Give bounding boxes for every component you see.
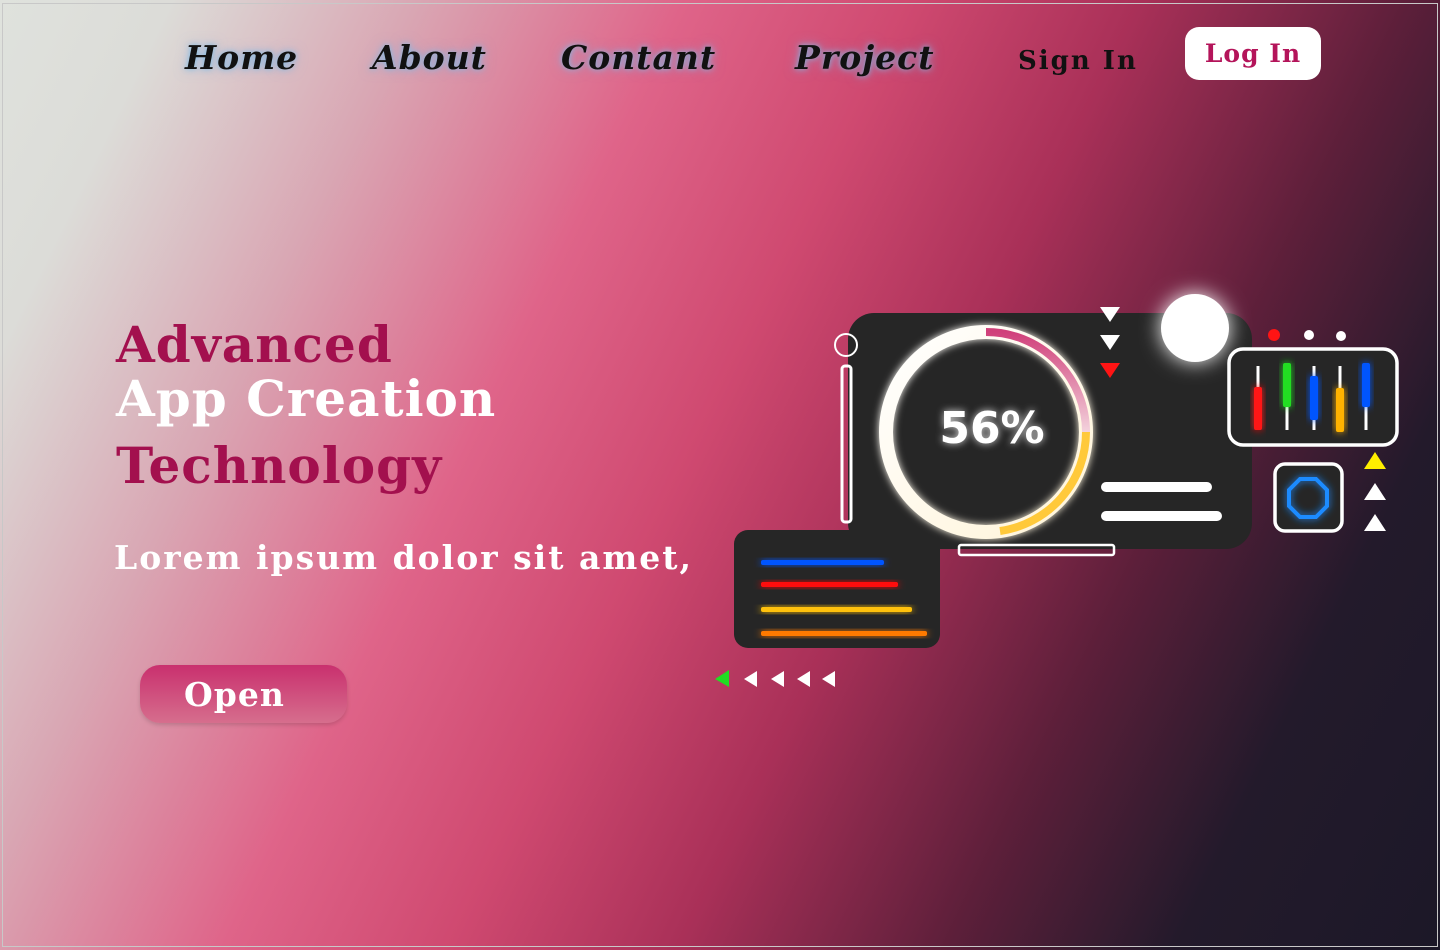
slider-knob-blue — [1310, 376, 1318, 420]
bar-red — [761, 582, 898, 587]
glowing-circle-icon — [1161, 294, 1229, 362]
bar-blue — [761, 560, 884, 565]
left-triangle-icon — [744, 671, 757, 687]
status-dot-red — [1268, 329, 1280, 341]
down-triangle-icon — [1100, 307, 1120, 322]
indicator-circle-icon — [834, 333, 858, 357]
slider-knob-blue — [1362, 363, 1370, 407]
left-triangle-icon — [797, 671, 810, 687]
slider-knob-amber — [1336, 388, 1344, 432]
down-triangle-icon — [1100, 363, 1120, 378]
vertical-track — [840, 364, 853, 524]
left-triangle-icon — [771, 671, 784, 687]
down-triangle-icon — [1100, 335, 1120, 350]
left-triangle-icon — [715, 670, 729, 687]
progress-percentage: 56% — [939, 403, 1045, 454]
up-triangle-icon — [1364, 514, 1386, 531]
status-dot-white — [1304, 330, 1314, 340]
slider-knob-green — [1283, 363, 1291, 407]
dashboard-graphics — [715, 294, 1399, 687]
bar-orange — [761, 631, 927, 636]
text-placeholder-line — [1101, 511, 1222, 521]
slider-knob-red — [1254, 387, 1262, 430]
left-triangle-icon — [822, 671, 835, 687]
up-triangle-icon — [1364, 483, 1386, 500]
panel-tab — [957, 543, 1116, 557]
up-triangle-icon — [1364, 452, 1386, 469]
status-dot-white — [1336, 331, 1346, 341]
octagon-box — [1273, 462, 1344, 533]
text-placeholder-line — [1101, 482, 1212, 492]
bar-yellow — [761, 607, 912, 612]
